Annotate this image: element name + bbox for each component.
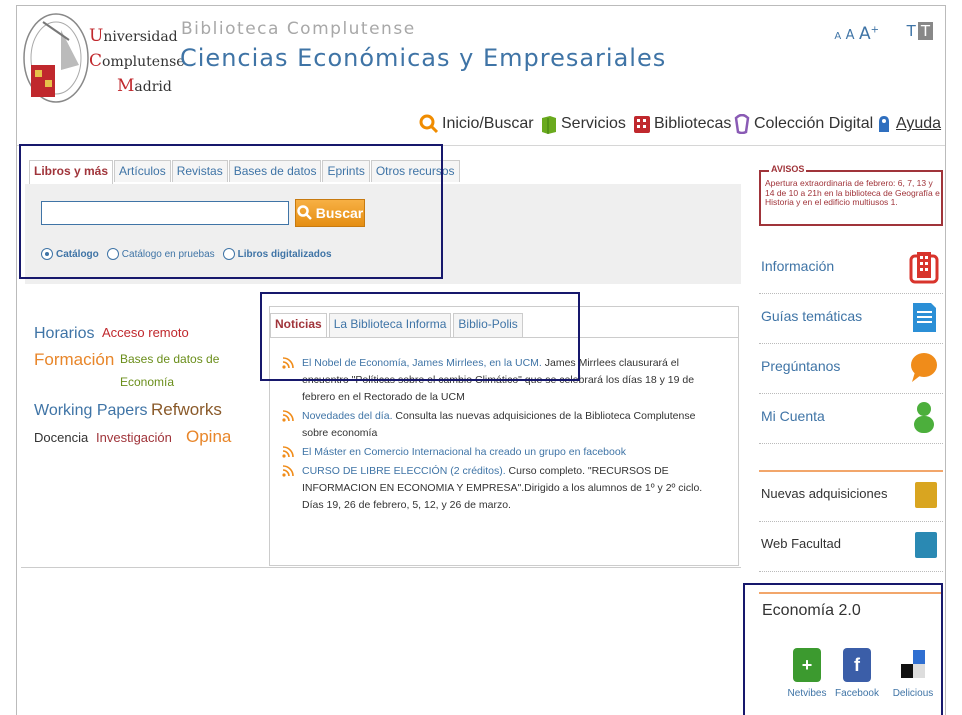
- link-investigacion[interactable]: Investigación: [96, 430, 172, 445]
- link-formacion[interactable]: Formación: [34, 350, 114, 370]
- avisos-box: AVISOS Apertura extraordinaria de febrer…: [759, 164, 943, 226]
- sidebar-item-mi-cuenta[interactable]: Mi Cuenta: [759, 394, 943, 444]
- link-working-papers[interactable]: Working Papers: [34, 402, 148, 420]
- sidebar-item-label: Web Facultad: [761, 536, 841, 551]
- top-navigation: Inicio/Buscar Servicios Bibliotecas Cole…: [17, 114, 945, 140]
- rss-icon: [282, 465, 294, 477]
- ucm-logo[interactable]: [21, 10, 91, 106]
- rss-icon: [282, 410, 294, 422]
- building-icon: [909, 252, 939, 284]
- font-size-large-button[interactable]: A+: [859, 24, 879, 44]
- services-icon: [542, 116, 556, 134]
- link-bases-datos[interactable]: Bases de datos de: [120, 352, 219, 366]
- sidebar-item-nuevas-adquisiciones[interactable]: Nuevas adquisiciones: [759, 472, 943, 522]
- content-bottom-divider: [21, 567, 741, 568]
- sidebar-item-label: Guías temáticas: [761, 308, 863, 324]
- sidebar-item-preguntanos[interactable]: Pregúntanos: [759, 344, 943, 394]
- news-highlight-frame: [260, 292, 580, 381]
- font-size-large-label: A: [858, 24, 871, 44]
- speech-bubble-icon: [911, 353, 937, 382]
- document-icon: [913, 303, 936, 332]
- nav-coleccion-digital[interactable]: Colección Digital: [733, 114, 873, 134]
- blue-square-icon: [915, 532, 937, 558]
- font-size-small-button[interactable]: A: [834, 31, 841, 42]
- yellow-square-icon: [915, 482, 937, 508]
- news-item: Novedades del día. Consulta las nuevas a…: [280, 408, 720, 442]
- link-opina[interactable]: Opina: [186, 427, 231, 447]
- news-link[interactable]: CURSO DE LIBRE ELECCIÓN (2 créditos).: [302, 465, 506, 477]
- sidebar-item-label: Mi Cuenta: [761, 408, 825, 424]
- nav-servicios[interactable]: Servicios: [540, 114, 626, 134]
- link-acceso-remoto[interactable]: Acceso remoto: [102, 325, 189, 340]
- news-link[interactable]: El Máster en Comercio Internacional ha c…: [302, 446, 626, 458]
- text-toggle-boxed[interactable]: T: [917, 22, 933, 40]
- nav-ayuda[interactable]: Ayuda: [875, 114, 941, 134]
- sidebar-item-label: Pregúntanos: [761, 358, 841, 374]
- link-refworks[interactable]: Refworks: [151, 400, 222, 420]
- sidebar-item-label: Nuevas adquisiciones: [761, 486, 888, 501]
- news-link[interactable]: Novedades del día.: [302, 410, 392, 422]
- sidebar-item-guias[interactable]: Guías temáticas: [759, 294, 943, 344]
- link-horarios[interactable]: Horarios: [34, 325, 94, 343]
- text-toggle-plain[interactable]: T: [907, 22, 916, 40]
- user-icon: [914, 402, 934, 433]
- sidebar-item-informacion[interactable]: Información: [759, 244, 943, 294]
- link-docencia[interactable]: Docencia: [34, 430, 88, 445]
- nav-bibliotecas-label: Bibliotecas: [654, 115, 732, 132]
- university-line-3: adrid: [134, 79, 172, 95]
- page-frame: Universidad Complutense Madrid Bibliotec…: [16, 5, 946, 715]
- font-size-medium-button[interactable]: A: [846, 28, 855, 43]
- university-line-1: niversidad: [103, 29, 178, 45]
- library-icon: [634, 116, 650, 133]
- rss-icon: [282, 446, 294, 458]
- avisos-label: AVISOS: [769, 164, 807, 174]
- digital-collection-icon: [734, 114, 750, 134]
- economia-highlight-frame: [743, 583, 943, 715]
- nav-inicio-buscar-label: Inicio/Buscar: [442, 115, 534, 132]
- nav-servicios-label: Servicios: [561, 115, 626, 132]
- news-item: El Máster en Comercio Internacional ha c…: [280, 444, 720, 461]
- nav-inicio-buscar[interactable]: Inicio/Buscar: [419, 114, 534, 134]
- nav-bibliotecas[interactable]: Bibliotecas: [633, 114, 731, 134]
- search-icon: [419, 114, 439, 134]
- news-item: CURSO DE LIBRE ELECCIÓN (2 créditos). Cu…: [280, 463, 720, 514]
- faculty-title: Ciencias Económicas y Empresariales: [180, 44, 667, 72]
- university-name: Universidad Complutense Madrid: [89, 26, 185, 96]
- help-icon: [879, 116, 889, 132]
- university-line-2: omplutense: [102, 54, 185, 70]
- library-name: Biblioteca Complutense: [181, 19, 416, 39]
- search-highlight-frame: [19, 144, 443, 279]
- sidebar-item-web-facultad[interactable]: Web Facultad: [759, 522, 943, 572]
- font-size-plus: +: [870, 24, 879, 36]
- text-toggle[interactable]: TT: [907, 22, 933, 40]
- font-size-controls: A A A+: [834, 24, 879, 44]
- link-bases-datos-economia[interactable]: Economía: [120, 375, 174, 389]
- sidebar-item-label: Información: [761, 258, 835, 274]
- nav-ayuda-label: Ayuda: [896, 115, 942, 132]
- avisos-text: Apertura extraordinaria de febrero: 6, 7…: [765, 178, 940, 207]
- nav-coleccion-digital-label: Colección Digital: [754, 115, 874, 132]
